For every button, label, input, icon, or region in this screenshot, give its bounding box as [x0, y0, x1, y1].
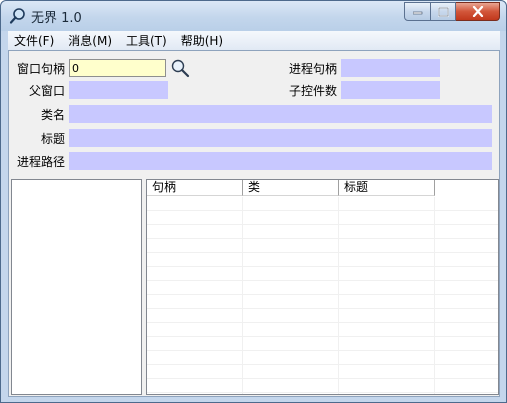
- app-window: 无界 1.0 文件(F) 消息(M) 工具(T) 帮助(H) 窗口句柄 进程句柄: [0, 0, 507, 403]
- class-name-field: [69, 105, 492, 123]
- list-header: 句柄 类 标题: [147, 180, 435, 196]
- column-header-handle[interactable]: 句柄: [147, 180, 243, 196]
- close-icon: [472, 6, 483, 17]
- minimize-button[interactable]: [404, 2, 431, 21]
- minimize-icon: [412, 11, 422, 14]
- maximize-icon: [437, 6, 449, 17]
- window-handle-input[interactable]: [69, 59, 166, 77]
- parent-window-field: [69, 81, 168, 99]
- window-tree-pane[interactable]: [11, 179, 142, 395]
- menu-tools[interactable]: 工具(T): [120, 32, 173, 49]
- close-button[interactable]: [456, 2, 500, 21]
- title-bar[interactable]: 无界 1.0: [1, 1, 506, 31]
- window-handle-label: 窗口句柄: [17, 62, 66, 76]
- class-name-label: 类名: [41, 108, 66, 122]
- caption-buttons: [404, 2, 500, 21]
- process-path-label: 进程路径: [17, 155, 66, 169]
- title-label: 标题: [41, 132, 66, 146]
- magnifier-app-icon: [9, 8, 25, 24]
- magnifier-icon[interactable]: [170, 58, 190, 78]
- window-list-pane[interactable]: 句柄 类 标题: [146, 179, 499, 395]
- child-count-label: 子控件数: [289, 84, 338, 98]
- list-grid: [147, 197, 498, 394]
- menu-help[interactable]: 帮助(H): [175, 32, 229, 49]
- process-handle-field: [341, 59, 440, 77]
- column-header-title[interactable]: 标题: [339, 180, 435, 196]
- maximize-button[interactable]: [431, 2, 456, 21]
- process-path-field: [69, 152, 492, 170]
- process-handle-label: 进程句柄: [289, 62, 338, 76]
- child-count-field: [341, 81, 440, 99]
- menu-file[interactable]: 文件(F): [8, 32, 60, 49]
- window-title: 无界 1.0: [31, 11, 82, 26]
- menu-message[interactable]: 消息(M): [62, 32, 118, 49]
- column-header-class[interactable]: 类: [243, 180, 339, 196]
- menu-bar: 文件(F) 消息(M) 工具(T) 帮助(H): [8, 31, 500, 50]
- client-area: 窗口句柄 进程句柄 父窗口 子控件数 类名 标题 进程路径 句柄 类 标题: [8, 50, 500, 397]
- title-field: [69, 129, 492, 147]
- parent-window-label: 父窗口: [29, 84, 66, 98]
